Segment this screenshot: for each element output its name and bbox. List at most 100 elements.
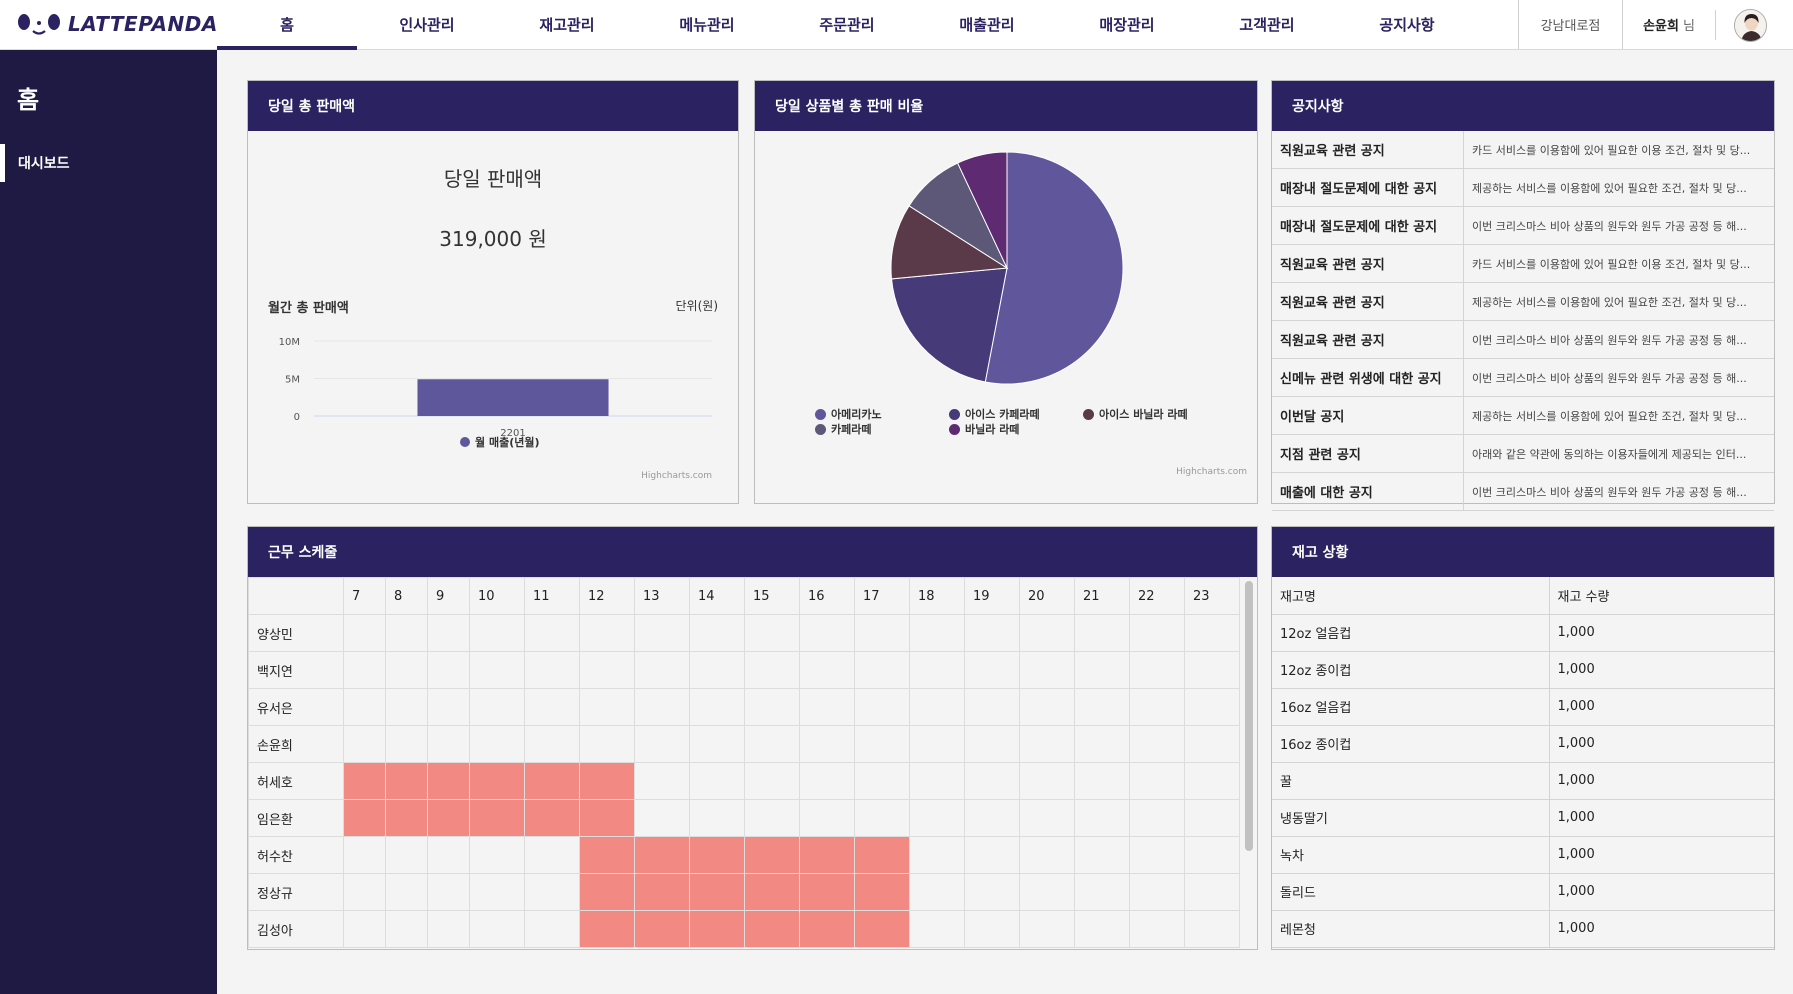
shift-cell[interactable] [1129, 799, 1185, 837]
shift-cell[interactable] [1184, 614, 1240, 652]
shift-cell[interactable] [689, 651, 745, 689]
store-name[interactable]: 강남대로점 [1518, 0, 1622, 49]
shift-cell[interactable] [1184, 651, 1240, 689]
shift-cell[interactable] [1019, 836, 1075, 874]
shift-cell[interactable] [799, 614, 855, 652]
shift-cell[interactable] [964, 614, 1020, 652]
shift-cell[interactable] [964, 836, 1020, 874]
shift-cell[interactable] [579, 614, 635, 652]
shift-cell[interactable] [427, 910, 470, 948]
nav-tab-8[interactable]: 공지사항 [1337, 0, 1477, 49]
shift-cell[interactable] [1129, 651, 1185, 689]
shift-cell-on[interactable] [427, 799, 470, 837]
legend-item[interactable]: 아이스 바닐라 라떼 [1083, 406, 1188, 422]
shift-cell[interactable] [854, 688, 910, 726]
shift-cell-on[interactable] [469, 799, 525, 837]
shift-cell[interactable] [1129, 614, 1185, 652]
shift-cell-on[interactable] [854, 910, 910, 948]
shift-cell-on[interactable] [634, 836, 690, 874]
nav-tab-2[interactable]: 재고관리 [497, 0, 637, 49]
notice-row[interactable]: 신메뉴 관련 위생에 대한 공지 이번 크리스마스 비아 상품의 원두와 원두 가… [1272, 359, 1774, 397]
shift-cell[interactable] [1184, 910, 1240, 948]
shift-cell[interactable] [1129, 762, 1185, 800]
notice-row[interactable]: 지점 관련 공지 아래와 같은 약관에 동의하는 이용자들에게 제공되는 인터..… [1272, 435, 1774, 473]
notice-row[interactable]: 매장내 절도문제에 대한 공지 이번 크리스마스 비아 상품의 원두와 원두 가공… [1272, 207, 1774, 245]
shift-cell-on[interactable] [744, 910, 800, 948]
shift-cell[interactable] [469, 651, 525, 689]
shift-cell[interactable] [909, 910, 965, 948]
shift-cell[interactable] [1019, 910, 1075, 948]
nav-tab-5[interactable]: 매출관리 [917, 0, 1057, 49]
shift-cell[interactable] [799, 799, 855, 837]
shift-cell[interactable] [1129, 873, 1185, 911]
shift-cell[interactable] [1074, 873, 1130, 911]
shift-cell[interactable] [909, 799, 965, 837]
shift-cell[interactable] [427, 725, 470, 763]
notice-row[interactable]: 매장내 절도문제에 대한 공지 제공하는 서비스를 이용함에 있어 필요한 조건,… [1272, 169, 1774, 207]
shift-cell[interactable] [343, 651, 386, 689]
shift-cell[interactable] [634, 688, 690, 726]
bar[interactable] [417, 379, 609, 416]
shift-cell[interactable] [854, 725, 910, 763]
shift-cell[interactable] [1129, 910, 1185, 948]
shift-cell-on[interactable] [579, 836, 635, 874]
shift-cell[interactable] [689, 762, 745, 800]
shift-cell[interactable] [427, 614, 470, 652]
shift-cell-on[interactable] [579, 762, 635, 800]
shift-cell[interactable] [854, 651, 910, 689]
shift-cell[interactable] [524, 688, 580, 726]
shift-cell[interactable] [1074, 688, 1130, 726]
shift-cell[interactable] [579, 651, 635, 689]
shift-cell[interactable] [427, 873, 470, 911]
shift-cell[interactable] [909, 836, 965, 874]
shift-cell[interactable] [744, 762, 800, 800]
nav-tab-4[interactable]: 주문관리 [777, 0, 917, 49]
shift-cell[interactable] [469, 836, 525, 874]
shift-cell[interactable] [343, 910, 386, 948]
legend-item[interactable]: 카페라떼 [815, 421, 871, 437]
shift-cell[interactable] [799, 762, 855, 800]
shift-cell-on[interactable] [799, 836, 855, 874]
shift-cell[interactable] [1074, 725, 1130, 763]
shift-cell[interactable] [1019, 799, 1075, 837]
shift-cell[interactable] [1184, 725, 1240, 763]
shift-cell[interactable] [1019, 651, 1075, 689]
shift-cell[interactable] [964, 873, 1020, 911]
shift-cell-on[interactable] [689, 910, 745, 948]
user-menu[interactable]: 손윤희 님 [1622, 0, 1715, 49]
shift-cell[interactable] [1184, 799, 1240, 837]
shift-cell[interactable] [634, 614, 690, 652]
shift-cell[interactable] [385, 873, 428, 911]
shift-cell[interactable] [634, 799, 690, 837]
shift-cell[interactable] [964, 725, 1020, 763]
shift-cell[interactable] [343, 836, 386, 874]
shift-cell-on[interactable] [579, 799, 635, 837]
shift-cell[interactable] [343, 614, 386, 652]
shift-cell[interactable] [744, 688, 800, 726]
shift-cell[interactable] [634, 762, 690, 800]
shift-cell-on[interactable] [579, 910, 635, 948]
chart-credit[interactable]: Highcharts.com [1176, 467, 1247, 477]
shift-cell[interactable] [964, 688, 1020, 726]
shift-cell-on[interactable] [343, 799, 386, 837]
shift-cell[interactable] [689, 614, 745, 652]
legend-label[interactable]: 월 매출(년월) [475, 435, 539, 449]
legend-item[interactable]: 아메리카노 [815, 406, 882, 422]
shift-cell[interactable] [799, 725, 855, 763]
shift-cell[interactable] [343, 873, 386, 911]
shift-cell[interactable] [634, 651, 690, 689]
chart-credit[interactable]: Highcharts.com [641, 471, 712, 481]
notice-row[interactable]: 이번달 공지 제공하는 서비스를 이용함에 있어 필요한 조건, 절차 및 당..… [1272, 397, 1774, 435]
scrollbar-thumb[interactable] [1245, 581, 1253, 851]
shift-cell[interactable] [579, 688, 635, 726]
shift-cell-on[interactable] [524, 799, 580, 837]
shift-cell[interactable] [1184, 873, 1240, 911]
shift-cell[interactable] [744, 614, 800, 652]
shift-cell[interactable] [1019, 614, 1075, 652]
shift-cell[interactable] [964, 762, 1020, 800]
shift-cell[interactable] [1019, 762, 1075, 800]
shift-cell[interactable] [689, 688, 745, 726]
shift-cell[interactable] [524, 836, 580, 874]
shift-cell[interactable] [427, 651, 470, 689]
shift-cell-on[interactable] [524, 762, 580, 800]
